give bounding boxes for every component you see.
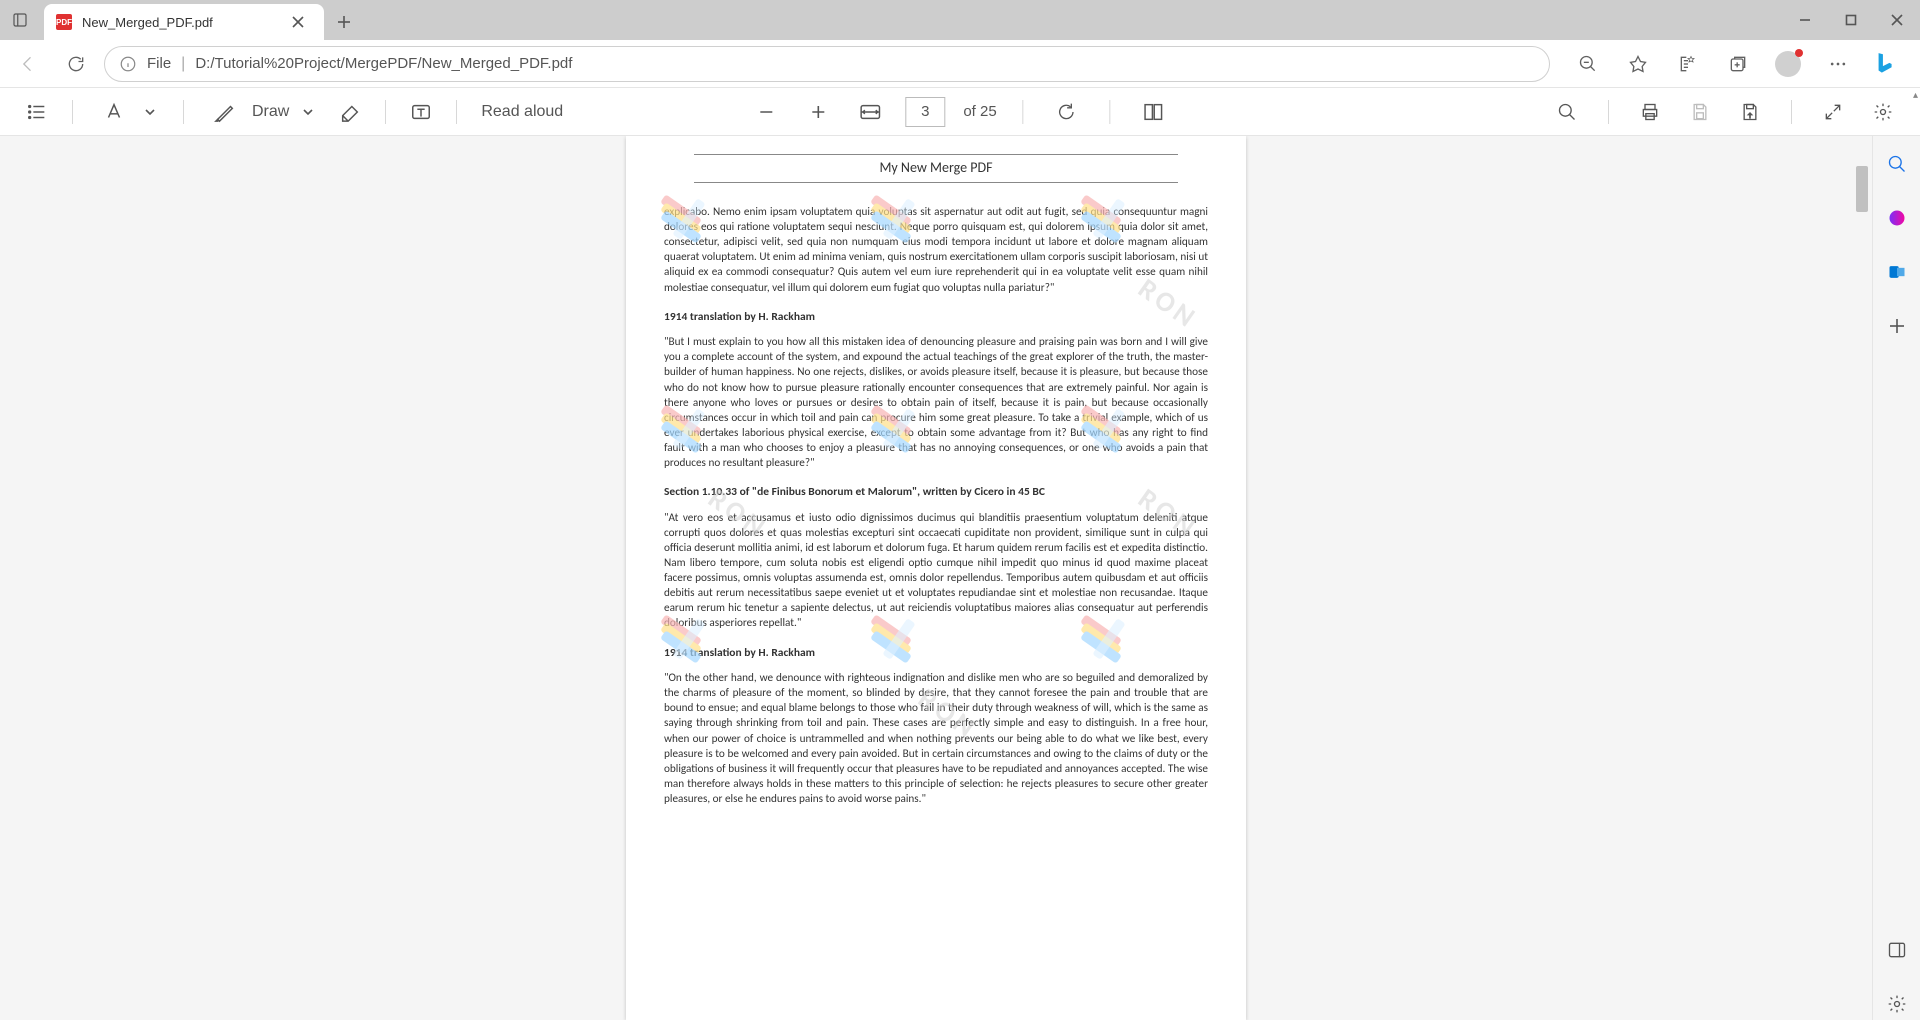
pdf-settings-button[interactable] [1866, 95, 1900, 129]
erase-button[interactable] [333, 95, 367, 129]
separator [1023, 100, 1024, 124]
tab-title: New_Merged_PDF.pdf [82, 15, 274, 30]
more-button[interactable] [1820, 46, 1856, 82]
body-text: "But I must explain to you how all this … [664, 335, 1208, 471]
collections-button[interactable] [1720, 46, 1756, 82]
sidebar-toggle-button[interactable] [1881, 934, 1913, 966]
section-heading: 1914 translation by H. Rackham [664, 646, 1208, 662]
url-text: D:/Tutorial%20Project/MergePDF/New_Merge… [195, 55, 572, 72]
titlebar: PDF New_Merged_PDF.pdf [0, 0, 1920, 40]
bing-chat-button[interactable] [1864, 44, 1904, 84]
close-tab-button[interactable] [284, 8, 312, 36]
separator [1110, 100, 1111, 124]
separator [72, 100, 73, 124]
main-region: RON RON RON RON My New Merge PDF explica… [0, 136, 1920, 1020]
rotate-button[interactable] [1050, 95, 1084, 129]
zoom-in-button[interactable] [801, 95, 835, 129]
close-window-button[interactable] [1874, 0, 1920, 40]
save-button[interactable] [1683, 95, 1717, 129]
page-view-button[interactable] [1137, 95, 1171, 129]
window-controls [1782, 0, 1920, 40]
refresh-button[interactable] [56, 44, 96, 84]
body-text: "At vero eos et accusamus et iusto odio … [664, 511, 1208, 632]
zoom-out-button[interactable] [749, 95, 783, 129]
zoom-out-indicator-icon[interactable] [1570, 46, 1606, 82]
pdf-viewer[interactable]: RON RON RON RON My New Merge PDF explica… [0, 136, 1872, 1020]
browser-tab[interactable]: PDF New_Merged_PDF.pdf [44, 4, 324, 40]
page-total-label: of 25 [963, 103, 996, 120]
print-button[interactable] [1633, 95, 1667, 129]
add-text-button[interactable] [404, 95, 438, 129]
contents-button[interactable] [20, 95, 54, 129]
save-as-button[interactable] [1733, 95, 1767, 129]
separator [1608, 100, 1609, 124]
pdf-file-icon: PDF [56, 14, 72, 30]
scrollbar-thumb[interactable] [1856, 166, 1868, 212]
draw-label: Draw [252, 103, 289, 121]
pdf-page: RON RON RON RON My New Merge PDF explica… [626, 136, 1246, 1020]
toolbar-scroll-up-icon[interactable]: ▴ [1913, 90, 1918, 101]
tab-actions-button[interactable] [0, 0, 40, 40]
maximize-button[interactable] [1828, 0, 1874, 40]
separator [1791, 100, 1792, 124]
url-separator: | [181, 55, 185, 73]
page-number-input[interactable] [905, 97, 945, 127]
separator [456, 100, 457, 124]
address-bar: File | D:/Tutorial%20Project/MergePDF/Ne… [0, 40, 1920, 88]
profile-button[interactable] [1770, 46, 1806, 82]
site-info-icon[interactable] [119, 55, 137, 73]
draw-button[interactable] [208, 95, 242, 129]
highlight-dropdown[interactable] [141, 95, 159, 129]
url-scheme: File [147, 55, 171, 72]
fullscreen-button[interactable] [1816, 95, 1850, 129]
new-tab-button[interactable] [324, 4, 364, 40]
separator [183, 100, 184, 124]
avatar-icon [1775, 51, 1801, 77]
read-aloud-button[interactable]: Read aloud [475, 103, 569, 121]
sidebar-settings-button[interactable] [1881, 988, 1913, 1020]
minimize-button[interactable] [1782, 0, 1828, 40]
body-text: "On the other hand, we denounce with rig… [664, 671, 1208, 807]
body-text: explicabo. Nemo enim ipsam voluptatem qu… [664, 205, 1208, 296]
sidebar-outlook-button[interactable] [1881, 256, 1913, 288]
edge-sidebar [1872, 136, 1920, 1020]
highlight-button[interactable] [97, 95, 131, 129]
favorite-button[interactable] [1620, 46, 1656, 82]
pdf-toolbar: Draw Read aloud of 25 ▴ [0, 88, 1920, 136]
find-button[interactable] [1550, 95, 1584, 129]
favorites-list-button[interactable] [1670, 46, 1706, 82]
sidebar-add-button[interactable] [1881, 310, 1913, 342]
back-button[interactable] [8, 44, 48, 84]
viewer-scrollbar[interactable] [1854, 136, 1870, 1020]
section-heading: Section 1.10.33 of "de Finibus Bonorum e… [664, 485, 1208, 501]
sidebar-search-button[interactable] [1881, 148, 1913, 180]
separator [385, 100, 386, 124]
fit-width-button[interactable] [853, 95, 887, 129]
address-field[interactable]: File | D:/Tutorial%20Project/MergePDF/Ne… [104, 46, 1550, 82]
sidebar-copilot-button[interactable] [1881, 202, 1913, 234]
draw-dropdown[interactable] [299, 95, 317, 129]
page-header: My New Merge PDF [694, 154, 1178, 183]
section-heading: 1914 translation by H. Rackham [664, 310, 1208, 326]
